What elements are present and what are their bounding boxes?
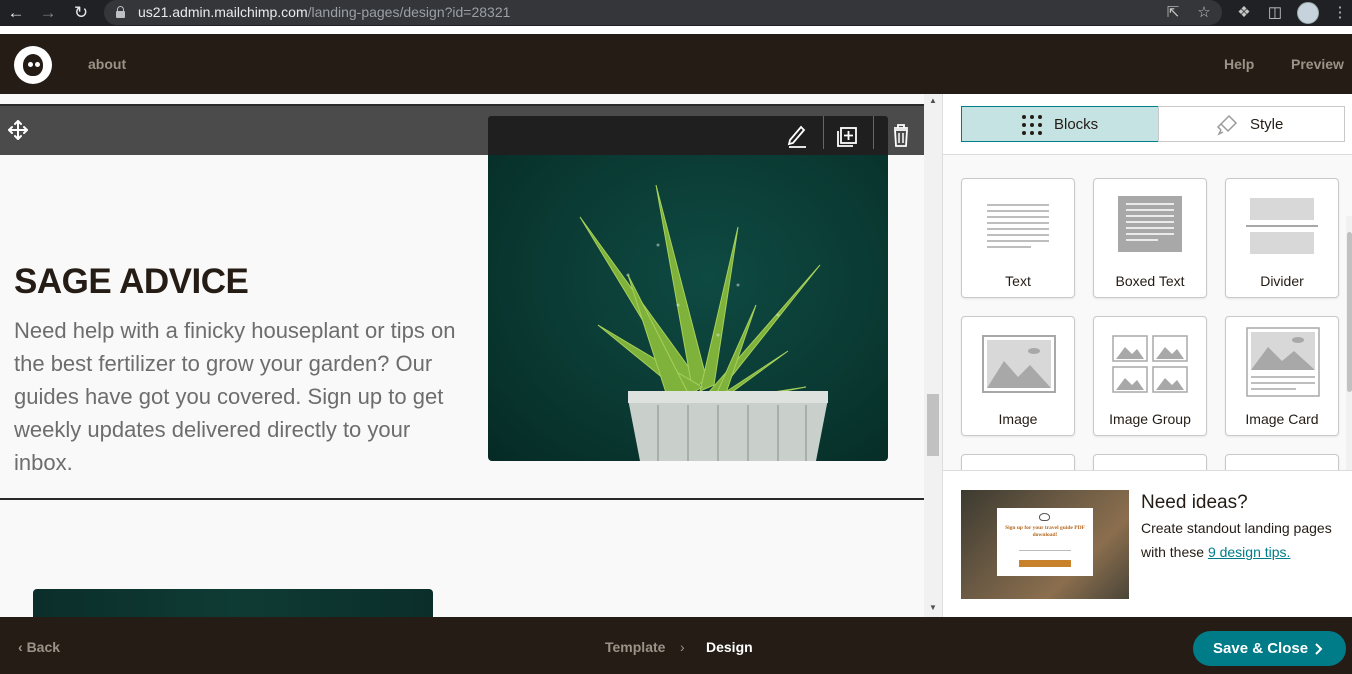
- blocks-panel: Blocks Style Text Boxed Text Divider Ima…: [942, 94, 1352, 617]
- panel-scrollbar[interactable]: [1346, 216, 1352, 470]
- block-image-group[interactable]: Image Group: [1093, 316, 1207, 436]
- trash-icon[interactable]: [888, 116, 914, 155]
- preview-link[interactable]: Preview: [1291, 56, 1344, 72]
- lower-image-block[interactable]: [33, 589, 433, 617]
- scroll-down-icon[interactable]: ▼: [924, 601, 942, 615]
- side-panel-icon[interactable]: ◫: [1265, 3, 1285, 23]
- footer-bar: ‹ Back Template › Design Save & Close: [0, 617, 1352, 674]
- bookmark-star-icon[interactable]: ☆: [1194, 3, 1214, 23]
- app-header: about Help Preview: [0, 34, 1352, 94]
- ideas-description: Create standout landing pages with these…: [1141, 520, 1332, 560]
- browser-toolbar: ← → ↻ us21.admin.mailchimp.com/landing-p…: [0, 0, 1352, 26]
- tab-style[interactable]: Style: [1158, 106, 1345, 142]
- block-text[interactable]: Text: [961, 178, 1075, 298]
- save-close-button[interactable]: Save & Close: [1193, 631, 1346, 666]
- duplicate-button[interactable]: [823, 116, 873, 155]
- block-image[interactable]: Image: [961, 316, 1075, 436]
- block-label: Image Card: [1245, 411, 1319, 427]
- edit-button[interactable]: [773, 116, 823, 155]
- logo-icon: [1039, 513, 1050, 521]
- more-menu-icon[interactable]: ⋮: [1330, 3, 1350, 23]
- back-arrow-icon[interactable]: ←: [6, 3, 26, 23]
- block-boxed-text[interactable]: Boxed Text: [1093, 178, 1207, 298]
- block-label: Text: [1005, 273, 1031, 289]
- help-link[interactable]: Help: [1224, 56, 1254, 72]
- block-image-card[interactable]: Image Card: [1225, 316, 1339, 436]
- scroll-thumb[interactable]: [927, 394, 939, 456]
- page-canvas: SAGE ADVICE Need help with a finicky hou…: [0, 94, 924, 617]
- succulent-image: [579, 184, 828, 461]
- blocks-grid: Text Boxed Text Divider Image Image Grou…: [943, 155, 1352, 471]
- divider: [0, 498, 924, 500]
- block-divider[interactable]: Divider: [1225, 178, 1339, 298]
- pencil-icon: [787, 125, 806, 148]
- canvas-scrollbar[interactable]: ▲ ▼: [924, 94, 942, 617]
- block-partial[interactable]: [1093, 454, 1207, 470]
- text-block-icon: [987, 204, 1049, 248]
- reload-icon[interactable]: ↻: [71, 3, 91, 23]
- image-group-icon: [1112, 335, 1188, 393]
- plant-photo[interactable]: [488, 155, 888, 461]
- section-body-text: Need help with a finicky houseplant or t…: [14, 318, 456, 475]
- block-label: Boxed Text: [1115, 273, 1185, 289]
- block-action-bar: [488, 116, 888, 155]
- move-icon[interactable]: [6, 118, 30, 142]
- block-label: Image Group: [1109, 411, 1191, 427]
- ideas-title: Need ideas?: [1141, 492, 1248, 513]
- divider-block-icon: [1246, 198, 1318, 254]
- url-text: us21.admin.mailchimp.com/landing-pages/d…: [138, 4, 511, 20]
- paint-roller-icon: [1216, 114, 1238, 136]
- chevron-left-icon: ‹: [18, 639, 23, 655]
- mailchimp-logo-icon[interactable]: [14, 46, 52, 84]
- section-title: SAGE ADVICE: [14, 262, 249, 301]
- step-design[interactable]: Design: [706, 639, 753, 655]
- promo-card-preview: Sign up for your travel guide PDF downlo…: [997, 508, 1093, 576]
- image-block-icon: [982, 335, 1056, 393]
- back-button[interactable]: ‹ Back: [18, 639, 60, 655]
- forward-arrow-icon[interactable]: →: [38, 3, 58, 23]
- grid-icon: [1022, 115, 1042, 135]
- design-tips-link[interactable]: 9 design tips.: [1208, 544, 1291, 560]
- duplicate-icon: [837, 127, 857, 147]
- tab-blocks-label: Blocks: [1054, 116, 1099, 133]
- chevron-right-icon: ›: [680, 639, 685, 655]
- tab-style-label: Style: [1250, 116, 1284, 133]
- block-label: Image: [998, 411, 1038, 427]
- block-label: Divider: [1260, 273, 1304, 289]
- design-tips-image[interactable]: Sign up for your travel guide PDF downlo…: [961, 490, 1129, 599]
- address-bar[interactable]: us21.admin.mailchimp.com/landing-pages/d…: [104, 0, 1222, 25]
- profile-avatar[interactable]: [1297, 2, 1319, 24]
- step-template[interactable]: Template: [605, 639, 665, 655]
- lock-icon: [116, 6, 125, 18]
- image-card-icon: [1246, 327, 1320, 397]
- block-partial[interactable]: [1225, 454, 1339, 470]
- extensions-icon[interactable]: ❖: [1234, 3, 1254, 23]
- boxed-text-icon: [1118, 196, 1182, 252]
- delete-button[interactable]: [874, 116, 888, 155]
- share-icon[interactable]: ⇱: [1163, 3, 1183, 23]
- chevron-right-icon: [1315, 643, 1323, 655]
- tab-blocks[interactable]: Blocks: [961, 106, 1159, 142]
- page-name[interactable]: about: [88, 56, 126, 72]
- block-partial[interactable]: [961, 454, 1075, 470]
- scroll-up-icon[interactable]: ▲: [924, 94, 942, 108]
